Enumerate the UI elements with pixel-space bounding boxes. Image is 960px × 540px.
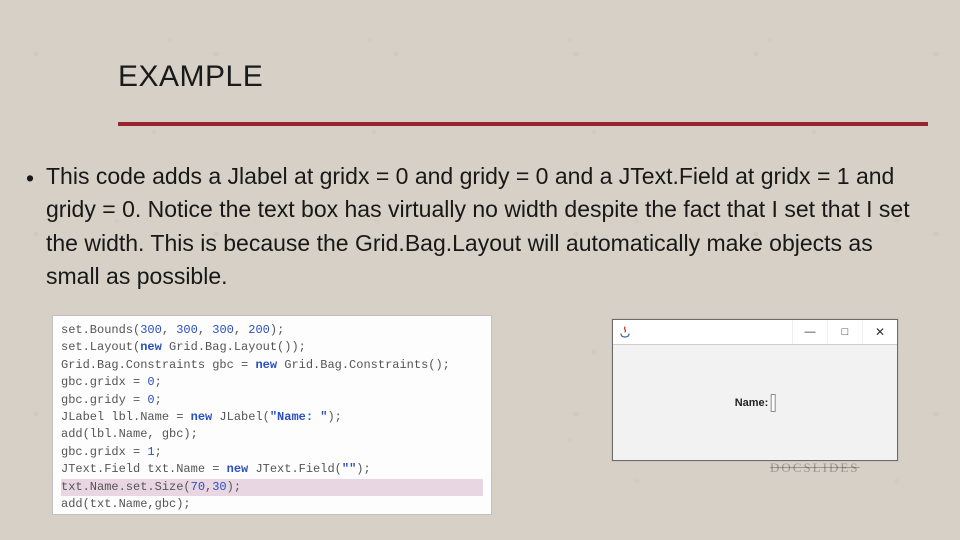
code-snippet: set.Bounds(300, 300, 300, 200); set.Layo… xyxy=(52,315,492,515)
titlebar-spacer xyxy=(637,320,792,344)
name-textfield[interactable] xyxy=(770,394,775,412)
close-button[interactable]: ✕ xyxy=(862,320,897,344)
java-app-window: — □ ✕ Name: xyxy=(612,319,898,461)
title-underline xyxy=(118,122,928,126)
minimize-button[interactable]: — xyxy=(792,320,827,344)
watermark: DOCSLIDES xyxy=(770,460,860,476)
maximize-button[interactable]: □ xyxy=(827,320,862,344)
titlebar: — □ ✕ xyxy=(613,320,897,345)
name-label: Name: xyxy=(735,397,769,409)
slide: EXAMPLE • This code adds a Jlabel at gri… xyxy=(0,0,960,540)
body-text: • This code adds a Jlabel at gridx = 0 a… xyxy=(28,160,920,293)
bullet-icon: • xyxy=(26,162,34,195)
app-client-area: Name: xyxy=(613,345,897,461)
body-paragraph: This code adds a Jlabel at gridx = 0 and… xyxy=(46,160,920,293)
slide-title: EXAMPLE xyxy=(118,60,263,94)
form-row: Name: xyxy=(735,394,776,412)
java-icon xyxy=(613,320,637,344)
